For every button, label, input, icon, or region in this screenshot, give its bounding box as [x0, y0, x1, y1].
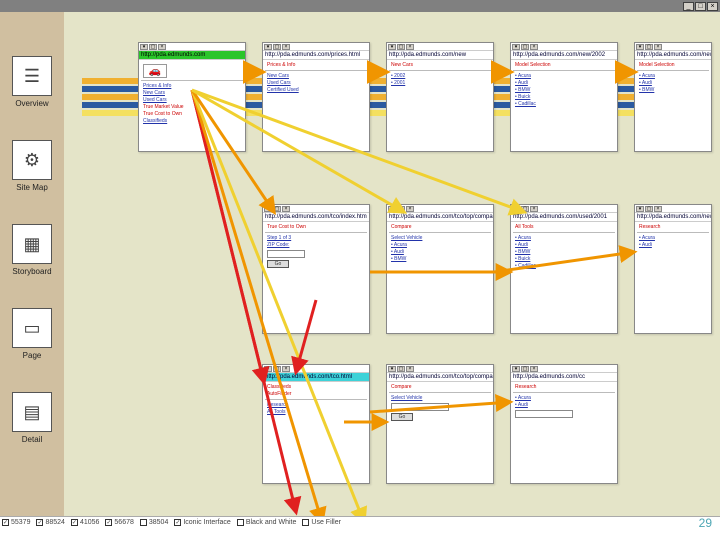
palette-label: Detail	[22, 435, 42, 444]
status-bar: ✓55379 ✓88524 ✓41056 ✓56678 38504 ✓Iconi…	[0, 516, 720, 528]
storyboard-canvas[interactable]: ▾▢× http://pda.edmunds.com 🚗 Prices & In…	[64, 12, 720, 528]
thumb-body: Research • Acura • Audi	[635, 222, 711, 251]
thumb-url: http://pda.edmunds.com/tco.html	[263, 373, 369, 382]
thumb-chrome: ▾▢×	[511, 43, 617, 51]
footer-check[interactable]: ✓55379	[2, 519, 30, 526]
page-thumb-prices[interactable]: ▾▢× http://pda.edmunds.com/prices.html P…	[262, 42, 370, 152]
thumb-chrome: ▾▢×	[263, 43, 369, 51]
footer-check[interactable]: Use Filler	[302, 519, 341, 526]
thumb-chrome: ▾▢×	[635, 43, 711, 51]
thumb-body: True Cost to Own Step 1 of 3 ZIP Code: G…	[263, 222, 369, 272]
thumb-body: Model Selection • Acura • Audi • BMW • B…	[511, 60, 617, 110]
thumb-url: http://pda.edmunds.com/tco/top/compare	[387, 213, 493, 222]
page-thumb-new-2001[interactable]: ▾▢× http://pda.edmunds.com/new/2001 Mode…	[634, 42, 712, 152]
minimize-button[interactable]: _	[683, 2, 694, 11]
tool-palette: ☰ Overview ⚙ Site Map ▦ Storyboard ▭ Pag…	[0, 12, 64, 528]
thumb-chrome: ▾▢×	[139, 43, 245, 51]
palette-label: Page	[23, 351, 42, 360]
workspace: ☰ Overview ⚙ Site Map ▦ Storyboard ▭ Pag…	[0, 12, 720, 528]
page-thumb-tco-index[interactable]: ▾▢× http://pda.edmunds.com/tco/index.htm…	[262, 204, 370, 334]
page-icon: ▭	[12, 308, 52, 348]
overview-icon: ☰	[12, 56, 52, 96]
palette-detail[interactable]: ▤ Detail	[4, 366, 60, 444]
thumb-chrome: ▾▢×	[387, 365, 493, 373]
thumb-chrome: ▾▢×	[511, 205, 617, 213]
thumb-body: New Cars • 2002 • 2001	[387, 60, 493, 89]
palette-label: Overview	[15, 99, 48, 108]
thumb-chrome: ▾▢×	[635, 205, 711, 213]
thumb-chrome: ▾▢×	[511, 365, 617, 373]
footer-check[interactable]: ✓41056	[71, 519, 99, 526]
thumb-url: http://pda.edmunds.com/tco/top/compare	[387, 373, 493, 382]
footer-check[interactable]: 38504	[140, 519, 168, 526]
thumb-url: http://pda.edmunds.com/prices.html	[263, 51, 369, 60]
page-thumb-cc[interactable]: ▾▢× http://pda.edmunds.com/cc Research •…	[510, 364, 618, 484]
page-thumb-home[interactable]: ▾▢× http://pda.edmunds.com 🚗 Prices & In…	[138, 42, 246, 152]
page-thumb-tco[interactable]: ▾▢× http://pda.edmunds.com/tco.html Clas…	[262, 364, 370, 484]
thumb-chrome: ▾▢×	[387, 205, 493, 213]
thumb-body: Classifieds AutoFinder Research All Tool…	[263, 382, 369, 418]
palette-sitemap[interactable]: ⚙ Site Map	[4, 114, 60, 192]
close-button[interactable]: ×	[707, 2, 718, 11]
thumb-chrome: ▾▢×	[387, 43, 493, 51]
storyboard-icon: ▦	[12, 224, 52, 264]
thumb-url: http://pda.edmunds.com/new/2001	[635, 51, 711, 60]
thumb-url: http://pda.edmunds.com/new/2001	[635, 213, 711, 222]
thumb-url: http://pda.edmunds.com	[139, 51, 245, 60]
page-thumb-used-2001[interactable]: ▾▢× http://pda.edmunds.com/used/2001 All…	[510, 204, 618, 334]
thumb-body: Model Selection • Acura • Audi • BMW	[635, 60, 711, 96]
palette-storyboard[interactable]: ▦ Storyboard	[4, 198, 60, 276]
thumb-body: Compare Select Vehicle Go	[387, 382, 493, 425]
palette-page[interactable]: ▭ Page	[4, 282, 60, 360]
thumb-chrome: ▾▢×	[263, 205, 369, 213]
palette-label: Site Map	[16, 183, 48, 192]
thumb-body: 🚗 Prices & Info New Cars Used Cars True …	[139, 60, 245, 127]
thumb-body: Research • Acura • Audi	[511, 382, 617, 422]
maximize-button[interactable]: □	[695, 2, 706, 11]
footer-check[interactable]: ✓88524	[36, 519, 64, 526]
page-thumb-tco-compare[interactable]: ▾▢× http://pda.edmunds.com/tco/top/compa…	[386, 204, 494, 334]
slide-number: 29	[699, 516, 712, 530]
page-thumb-new[interactable]: ▾▢× http://pda.edmunds.com/new New Cars …	[386, 42, 494, 152]
page-thumb-compare2[interactable]: ▾▢× http://pda.edmunds.com/tco/top/compa…	[386, 364, 494, 484]
thumb-chrome: ▾▢×	[263, 365, 369, 373]
footer-check[interactable]: Black and White	[237, 519, 297, 526]
titlebar: _ □ ×	[0, 0, 720, 12]
detail-icon: ▤	[12, 392, 52, 432]
thumb-body: Compare Select Vehicle • Acura • Audi • …	[387, 222, 493, 265]
footer-check[interactable]: ✓56678	[105, 519, 133, 526]
page-thumb-new-2002[interactable]: ▾▢× http://pda.edmunds.com/new/2002 Mode…	[510, 42, 618, 152]
page-thumb-new-2001b[interactable]: ▾▢× http://pda.edmunds.com/new/2001 Rese…	[634, 204, 712, 334]
thumb-url: http://pda.edmunds.com/used/2001	[511, 213, 617, 222]
thumb-body: Prices & Info New Cars Used Cars Certifi…	[263, 60, 369, 96]
sitemap-icon: ⚙	[12, 140, 52, 180]
thumb-url: http://pda.edmunds.com/new/2002	[511, 51, 617, 60]
footer-check[interactable]: ✓Iconic Interface	[174, 519, 230, 526]
thumb-url: http://pda.edmunds.com/tco/index.htm	[263, 213, 369, 222]
thumb-url: http://pda.edmunds.com/cc	[511, 373, 617, 382]
car-icon: 🚗	[143, 64, 167, 78]
palette-overview[interactable]: ☰ Overview	[4, 30, 60, 108]
thumb-body: All Tools • Acura • Audi • BMW • Buick •…	[511, 222, 617, 272]
palette-label: Storyboard	[12, 267, 51, 276]
thumb-url: http://pda.edmunds.com/new	[387, 51, 493, 60]
